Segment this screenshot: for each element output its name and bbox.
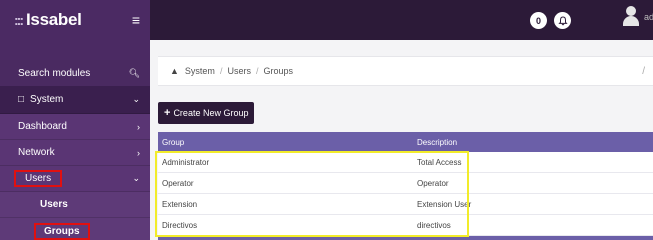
hamburger-menu-icon[interactable]: ≡	[132, 13, 140, 27]
create-new-group-label: Create New Group	[173, 108, 249, 118]
groups-table: Group Description Administrator Total Ac…	[158, 132, 653, 240]
home-icon[interactable]: ▲	[170, 66, 179, 76]
cell-description: Total Access	[417, 157, 462, 167]
sidebar-item-label: System	[30, 94, 64, 105]
breadcrumb-item-current: Groups	[263, 66, 293, 76]
column-header-description[interactable]: Description	[417, 138, 653, 147]
cell-group[interactable]: Extension	[158, 200, 417, 209]
create-new-group-button[interactable]: + Create New Group	[158, 102, 255, 124]
table-row[interactable]: Directivos directivos	[158, 215, 653, 236]
table-row[interactable]: Extension Extension User	[158, 194, 653, 215]
sidebar-subitem-label: Users	[40, 199, 68, 210]
breadcrumb-separator: /	[255, 66, 259, 76]
cell-description: Extension User	[417, 199, 472, 209]
sidebar-item-label: Dashboard	[18, 121, 67, 132]
main-content: ▲ System / Users / Groups / + Create New…	[150, 40, 653, 240]
chevron-right-icon: ›	[137, 121, 140, 132]
cell-description: directivos	[417, 220, 451, 230]
sidebar-item-network[interactable]: Network ›	[0, 140, 150, 166]
sidebar-item-dashboard[interactable]: Dashboard ›	[0, 114, 150, 140]
breadcrumb-item[interactable]: Users	[227, 66, 251, 76]
avatar-head	[626, 6, 636, 16]
sidebar-item-label: Users	[14, 170, 63, 187]
avatar-body	[623, 16, 639, 26]
column-header-group[interactable]: Group	[158, 138, 417, 147]
cell-description: Operator	[417, 178, 449, 188]
search-modules[interactable]: Search modules 🔍︎	[0, 60, 150, 86]
bell-icon[interactable]	[554, 12, 571, 29]
search-modules-label: Search modules	[18, 67, 91, 79]
sidebar-subitem-label: Groups	[34, 222, 90, 240]
logo-text: Issabel	[26, 10, 82, 29]
table-footer	[158, 236, 653, 240]
sidebar: ::: Issabel ≡ Search modules 🔍︎ □ System…	[0, 0, 150, 240]
breadcrumb-item[interactable]: System	[185, 66, 215, 76]
breadcrumb-separator: /	[219, 66, 223, 76]
table-header: Group Description	[158, 132, 653, 152]
table-row[interactable]: Operator Operator	[158, 173, 653, 194]
sidebar-header: ::: Issabel ≡	[0, 0, 150, 40]
chevron-down-icon: ⌄	[132, 94, 140, 104]
user-avatar-icon[interactable]	[623, 6, 639, 26]
cell-group[interactable]: Administrator	[158, 158, 417, 167]
user-name[interactable]: ad	[644, 12, 653, 22]
info-badge-icon[interactable]: 0	[530, 12, 547, 29]
app-logo[interactable]: ::: Issabel	[14, 10, 82, 30]
sidebar-subitem-users[interactable]: Users	[0, 192, 150, 218]
logo-dots-icon: :::	[14, 12, 24, 28]
top-bar: 0 ad	[150, 0, 653, 40]
chevron-down-icon: ⌄	[132, 173, 140, 183]
monitor-icon: □	[18, 94, 25, 105]
cell-group[interactable]: Operator	[158, 179, 417, 188]
info-badge-count: 0	[535, 15, 541, 26]
breadcrumb: ▲ System / Users / Groups /	[158, 56, 653, 86]
search-icon[interactable]: 🔍︎	[129, 68, 140, 79]
sidebar-subitem-groups[interactable]: Groups	[0, 218, 150, 240]
plus-icon: +	[164, 107, 171, 119]
sidebar-item-system[interactable]: □ System ⌄	[0, 86, 150, 114]
bell-glyph	[557, 15, 568, 25]
sidebar-item-label: Network	[18, 147, 55, 158]
breadcrumb-right-separator: /	[642, 65, 645, 77]
table-row[interactable]: Administrator Total Access	[158, 152, 653, 173]
sidebar-item-users[interactable]: Users ⌄	[0, 166, 150, 192]
chevron-right-icon: ›	[137, 147, 140, 158]
cell-group[interactable]: Directivos	[158, 221, 417, 230]
